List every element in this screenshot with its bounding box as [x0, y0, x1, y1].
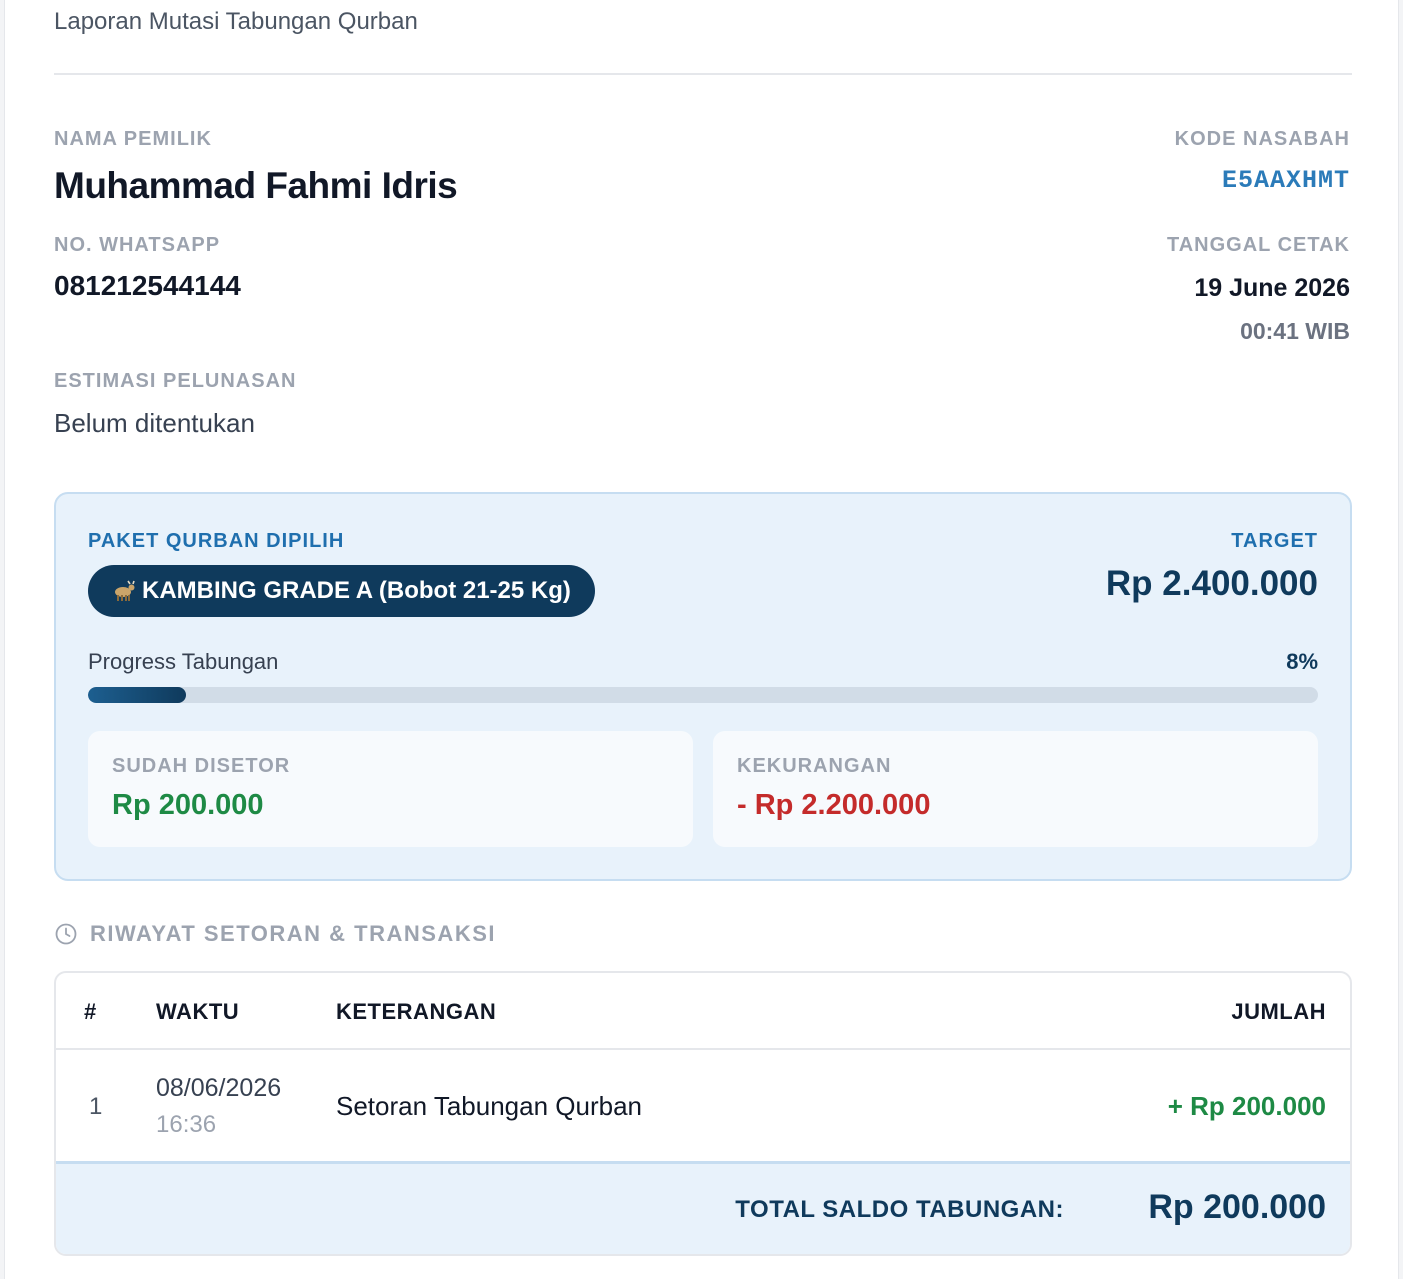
paid-box: SUDAH DISETOR Rp 200.000 — [88, 731, 693, 847]
customer-code: E5AAXHMT — [1221, 166, 1350, 195]
paid-value: Rp 200.000 — [112, 789, 264, 821]
history-heading: RIWAYAT SETORAN & TRANSAKSI — [54, 921, 496, 947]
transactions-table: # WAKTU KETERANGAN JUMLAH 1 08/06/2026 1… — [54, 971, 1352, 1256]
page-title: Laporan Mutasi Tabungan Qurban — [54, 8, 418, 35]
paid-label: SUDAH DISETOR — [112, 755, 291, 777]
package-label: PAKET QURBAN DIPILIH — [88, 530, 345, 552]
print-time: 00:41 WIB — [1240, 318, 1350, 344]
history-title: RIWAYAT SETORAN & TRANSAKSI — [90, 921, 496, 946]
header-divider — [54, 73, 1352, 75]
customer-code-label: KODE NASABAH — [1174, 128, 1350, 150]
print-date-label: TANGGAL CETAK — [1167, 234, 1350, 256]
whatsapp-label: NO. WHATSAPP — [54, 234, 221, 256]
shortfall-label: KEKURANGAN — [737, 755, 892, 777]
target-value: Rp 2.400.000 — [1105, 564, 1318, 603]
col-header-amount: JUMLAH — [1231, 999, 1326, 1024]
row-amount: + Rp 200.000 — [1167, 1091, 1326, 1121]
whatsapp-number: 081212544144 — [54, 270, 241, 301]
progress-bar-fill — [88, 687, 187, 703]
estimate-value: Belum ditentukan — [54, 408, 255, 438]
col-header-desc: KETERANGAN — [336, 999, 497, 1024]
package-badge: KAMBING GRADE A (Bobot 21-25 Kg) — [88, 565, 595, 617]
progress-bar — [88, 687, 1318, 703]
report-page: Laporan Mutasi Tabungan Qurban NAMA PEMI… — [4, 0, 1399, 1279]
row-time: 16:36 — [156, 1111, 217, 1138]
row-date: 08/06/2026 — [156, 1074, 282, 1102]
total-value: Rp 200.000 — [1148, 1188, 1326, 1226]
row-description: Setoran Tabungan Qurban — [336, 1091, 642, 1121]
package-name: KAMBING GRADE A (Bobot 21-25 Kg) — [142, 577, 571, 604]
col-header-time: WAKTU — [156, 999, 240, 1024]
table-header-divider — [56, 1048, 1350, 1050]
progress-percent: 8% — [1286, 649, 1318, 674]
table-footer: TOTAL SALDO TABUNGAN: Rp 200.000 — [56, 1161, 1350, 1254]
clock-icon — [54, 922, 78, 946]
estimate-label: ESTIMASI PELUNASAN — [54, 370, 297, 392]
package-card: PAKET QURBAN DIPILIH KAMBING GRADE A (Bo… — [54, 492, 1352, 881]
row-number: 1 — [89, 1093, 103, 1120]
shortfall-value: - Rp 2.200.000 — [737, 789, 931, 821]
goat-icon — [112, 580, 136, 602]
owner-name-label: NAMA PEMILIK — [54, 128, 212, 150]
progress-label: Progress Tabungan — [88, 649, 279, 674]
print-date: 19 June 2026 — [1194, 274, 1350, 302]
target-label: TARGET — [1231, 530, 1318, 552]
shortfall-box: KEKURANGAN - Rp 2.200.000 — [713, 731, 1318, 847]
total-label: TOTAL SALDO TABUNGAN: — [735, 1196, 1064, 1223]
owner-name: Muhammad Fahmi Idris — [54, 165, 458, 206]
col-header-num: # — [84, 999, 97, 1024]
